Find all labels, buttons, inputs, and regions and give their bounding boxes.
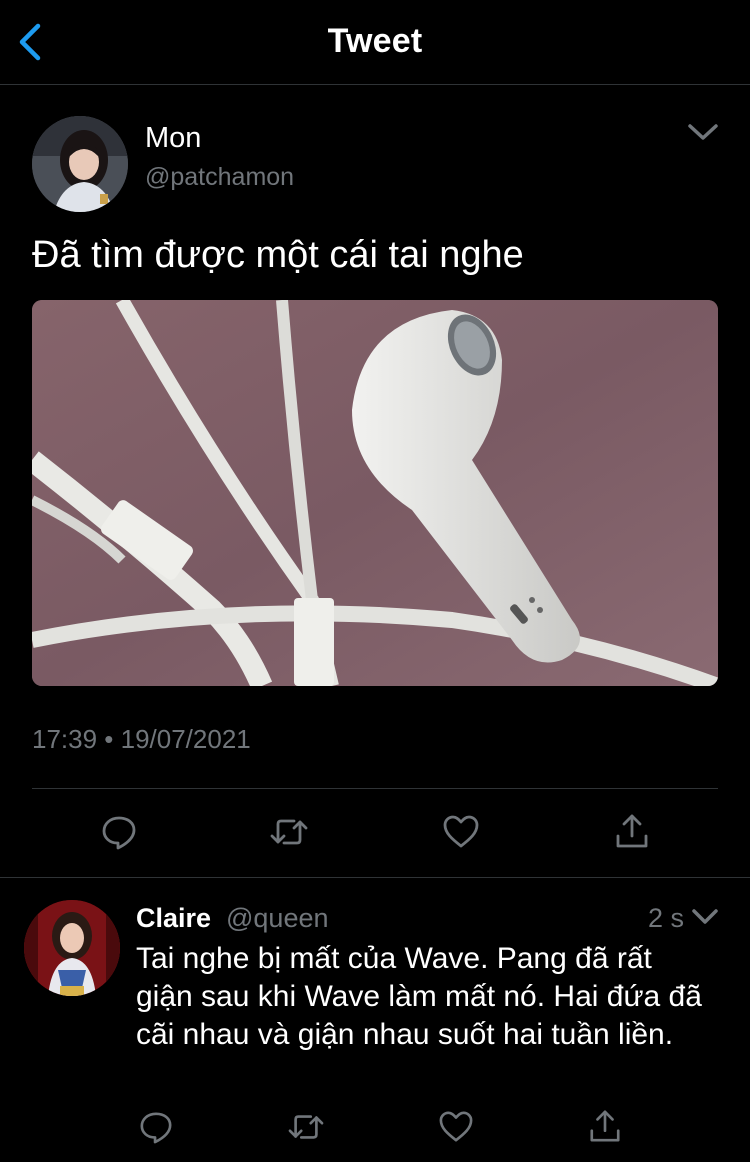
retweet-button[interactable] xyxy=(270,814,308,855)
page-title: Tweet xyxy=(327,22,423,60)
share-button[interactable] xyxy=(614,812,650,855)
avatar[interactable] xyxy=(32,116,128,212)
like-icon xyxy=(439,1111,473,1142)
share-button[interactable] xyxy=(588,1108,622,1149)
reply-options-button[interactable] xyxy=(690,906,720,933)
chevron-down-icon xyxy=(688,124,718,140)
share-icon xyxy=(590,1110,620,1142)
retweet-icon xyxy=(270,819,308,845)
reply-author-name[interactable]: Claire xyxy=(136,903,211,934)
reply-author-handle[interactable]: @queen xyxy=(226,903,329,934)
author-name[interactable]: Mon xyxy=(145,122,201,155)
reply-icon xyxy=(102,816,136,850)
chevron-down-icon xyxy=(692,909,718,924)
like-icon xyxy=(443,815,479,848)
divider xyxy=(0,877,750,878)
reply-timestamp: 2 s xyxy=(648,903,685,933)
retweet-button[interactable] xyxy=(288,1110,324,1149)
reply-button[interactable] xyxy=(101,814,137,855)
reply-text: Tai nghe bị mất của Wave. Pang đã rất gi… xyxy=(136,942,702,1051)
tweet-media-image[interactable] xyxy=(32,300,718,686)
reply-icon xyxy=(140,1112,172,1144)
like-button[interactable] xyxy=(438,1110,474,1149)
avatar[interactable] xyxy=(24,900,120,996)
like-button[interactable] xyxy=(442,814,480,855)
tweet-text: Đã tìm được một cái tai nghe xyxy=(32,234,524,276)
share-icon xyxy=(616,814,648,848)
divider xyxy=(32,788,718,789)
avatar-photo xyxy=(24,900,120,996)
top-bar: Tweet xyxy=(0,0,750,85)
reply-button[interactable] xyxy=(139,1110,173,1149)
earphone-photo xyxy=(32,300,718,686)
tweet-timestamp[interactable]: 17:39 • 19/07/2021 xyxy=(32,724,251,755)
retweet-icon xyxy=(288,1115,324,1139)
tweet-options-button[interactable] xyxy=(686,120,720,149)
author-handle[interactable]: @patchamon xyxy=(145,163,294,192)
avatar-photo xyxy=(32,116,128,212)
